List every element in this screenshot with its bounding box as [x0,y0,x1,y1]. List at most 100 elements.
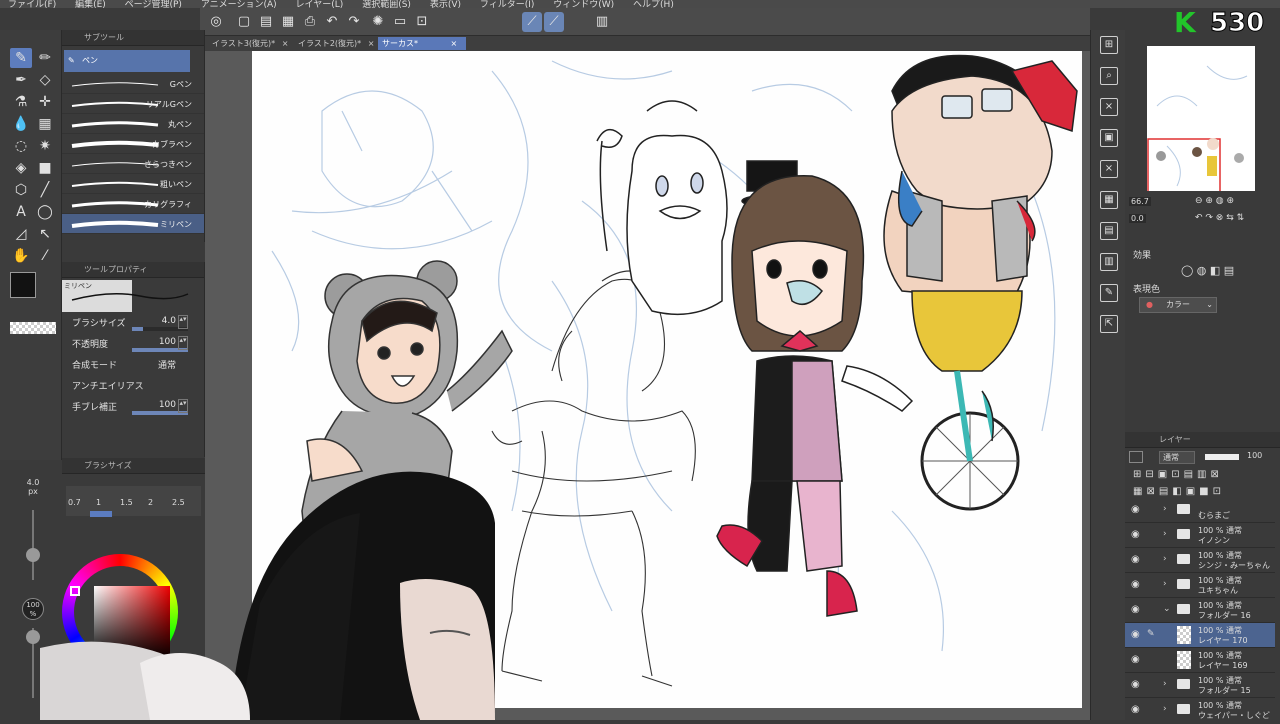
property-value[interactable]: 通常 [158,358,176,371]
new-file-icon[interactable]: ▢ [234,12,254,32]
eye-icon[interactable]: ◉ [1131,529,1140,540]
fill-tool-icon[interactable]: ◈ [10,158,32,178]
layer-row[interactable]: ◉ › 100 % 通常 フォルダー 15 [1125,673,1275,698]
spinner-icon[interactable]: ▴▾ [178,399,188,413]
rotation-controls-icon[interactable]: ↶ ↷ ⊗ ⇆ ⇅ [1195,213,1244,223]
lasso-tool-icon[interactable]: ◌ [10,136,32,156]
tab-illust2[interactable]: イラスト2(復元)* × [294,37,380,50]
brush-item[interactable]: カブラペン [62,134,204,154]
menu-selection[interactable]: 選択範囲(S) [362,0,411,8]
zoom-value[interactable]: 66.7 [1129,197,1151,206]
layer-color-icon[interactable] [1129,451,1143,463]
layer-row[interactable]: ◉ › 100 % 通常 ユキちゃん [1125,573,1275,598]
layer-row[interactable]: ◉ › 100 % 通常 ウェイパー・しぐど [1125,698,1275,720]
layer-row[interactable]: ◉ › 100 % 通常 シンジ・みーちゃん [1125,548,1275,573]
hand-tool-icon[interactable]: ✋ [10,246,32,266]
property-value[interactable]: 100 [159,337,176,347]
property-row[interactable]: ブラシサイズ 4.0 ▴▾ [62,312,204,333]
brush-item[interactable]: ミリペン [62,214,204,234]
transfer-icon[interactable]: ⇱ [1100,315,1118,333]
auto-action-icon[interactable]: ▦ [1100,191,1118,209]
navigator-preview[interactable] [1147,46,1255,202]
open-folder-icon[interactable]: ▤ [256,12,276,32]
brush-item[interactable]: リアルGペン [62,94,204,114]
tab-illust3[interactable]: イラスト3(復元)* × [208,37,292,50]
chevron-right-icon[interactable]: › [1163,579,1167,589]
chevron-right-icon[interactable]: › [1163,529,1167,539]
print-icon[interactable]: ⎙ [300,12,320,32]
blend-mode-select[interactable]: 通常 [1159,451,1195,464]
menu-filter[interactable]: フィルター(I) [480,0,535,8]
transparent-swatch[interactable] [10,322,56,334]
chevron-right-icon[interactable]: › [1163,704,1167,714]
menu-view[interactable]: 表示(V) [430,0,461,8]
gradient-tool-icon[interactable]: ■ [34,158,56,178]
move-tool-icon[interactable]: ✛ [34,92,56,112]
property-value[interactable]: 4.0 [162,316,176,326]
eye-icon[interactable]: ◉ [1131,579,1140,590]
chevron-right-icon[interactable]: › [1163,554,1167,564]
chevron-right-icon[interactable]: › [1163,504,1167,514]
layer-tool-icons[interactable]: ⊞⊟▣⊡▤▥⊠ [1133,469,1223,480]
transform-icon[interactable]: ⊡ [412,12,432,32]
search-icon[interactable]: ⌕ [1100,67,1118,85]
tab-circus[interactable]: サーカス* × [378,37,466,50]
menu-edit[interactable]: 編集(E) [75,0,106,8]
object-tool-icon[interactable]: ↖ [34,224,56,244]
snap-special-ruler-icon[interactable]: ⟋ [544,12,564,32]
balloon-tool-icon[interactable]: ◯ [34,202,56,222]
brush-item[interactable]: カリグラフィ [62,194,204,214]
layer-row[interactable]: ◉ › むらまご [1125,498,1275,523]
menu-page[interactable]: ページ管理(P) [125,0,182,8]
property-row[interactable]: 不透明度 100 ▴▾ [62,333,204,354]
figure-tool-icon[interactable]: ⬡ [10,180,32,200]
menu-layer[interactable]: レイヤー(L) [296,0,344,8]
pen-tool-icon[interactable]: ✎ [10,48,32,68]
eraser-tool-icon[interactable]: ◇ [34,70,56,90]
menu-file[interactable]: ファイル(F) [8,0,56,8]
zoom-controls-icon[interactable]: ⊖ ⊕ ◍ ⊕ [1195,196,1234,206]
eyedropper-tool-icon[interactable]: ⁄ [34,246,56,266]
spinner-icon[interactable]: ▴▾ [178,315,188,329]
eye-icon[interactable]: ◉ [1131,504,1140,515]
ruler-tool-icon[interactable]: ◿ [10,224,32,244]
pattern-tool-icon[interactable]: ▦ [34,114,56,134]
menu-animation[interactable]: アニメーション(A) [201,0,277,8]
layer-row[interactable]: ◉ 100 % 通常 レイヤー 169 [1125,648,1275,673]
effect-icons[interactable]: ◯ ◍ ◧ ▤ [1181,264,1234,277]
pencil-tool-icon[interactable]: ✏ [34,48,56,68]
layer-property-icon[interactable]: ▣ [1100,129,1118,147]
spinner-icon[interactable]: ▴▾ [178,336,188,350]
redo-icon[interactable]: ↷ [344,12,364,32]
chevron-right-icon[interactable]: › [1163,679,1167,689]
property-row[interactable]: アンチエイリアス [62,375,204,396]
layer-row[interactable]: ◉ ⌄ 100 % 通常 フォルダー 16 [1125,598,1275,623]
text-tool-icon[interactable]: A [10,202,32,222]
eye-icon[interactable]: ◉ [1131,604,1140,615]
brush-tool-icon[interactable]: ✒ [10,70,32,90]
property-value[interactable]: 100 [159,400,176,410]
undo-icon[interactable]: ↶ [322,12,342,32]
edit-icon[interactable]: ✎ [1100,284,1118,302]
property-row[interactable]: 手ブレ補正 100 ▴▾ [62,396,204,417]
item-bank-icon[interactable]: ▤ [1100,222,1118,240]
layer-action-icons[interactable]: ▦⊠▤◧▣■⊡ [1133,486,1225,497]
menu-help[interactable]: ヘルプ(H) [633,0,674,8]
eye-icon[interactable]: ◉ [1131,679,1140,690]
menu-window[interactable]: ウィンドウ(W) [553,0,614,8]
property-row[interactable]: 合成モード 通常 [62,354,204,375]
eye-icon[interactable]: ◉ [1131,554,1140,565]
layer-row[interactable]: ◉ › 100 % 通常 イノシン [1125,523,1275,548]
eye-icon[interactable]: ◉ [1131,654,1140,665]
eye-icon[interactable]: ◉ [1131,704,1140,715]
layer-row[interactable]: ◉ ✎ 100 % 通常 レイヤー 170 [1125,623,1275,648]
sub-view-icon[interactable]: ▥ [1100,253,1118,271]
clear-icon[interactable]: ▭ [390,12,410,32]
save-icon[interactable]: ▦ [278,12,298,32]
opacity-slider[interactable] [1205,454,1239,460]
brush-item[interactable]: さらつきペン [62,154,204,174]
close-icon[interactable]: × [451,39,458,48]
close-icon[interactable]: × [368,39,375,48]
app-icon[interactable]: ◎ [206,12,226,32]
brush-item[interactable]: 粗いペン [62,174,204,194]
